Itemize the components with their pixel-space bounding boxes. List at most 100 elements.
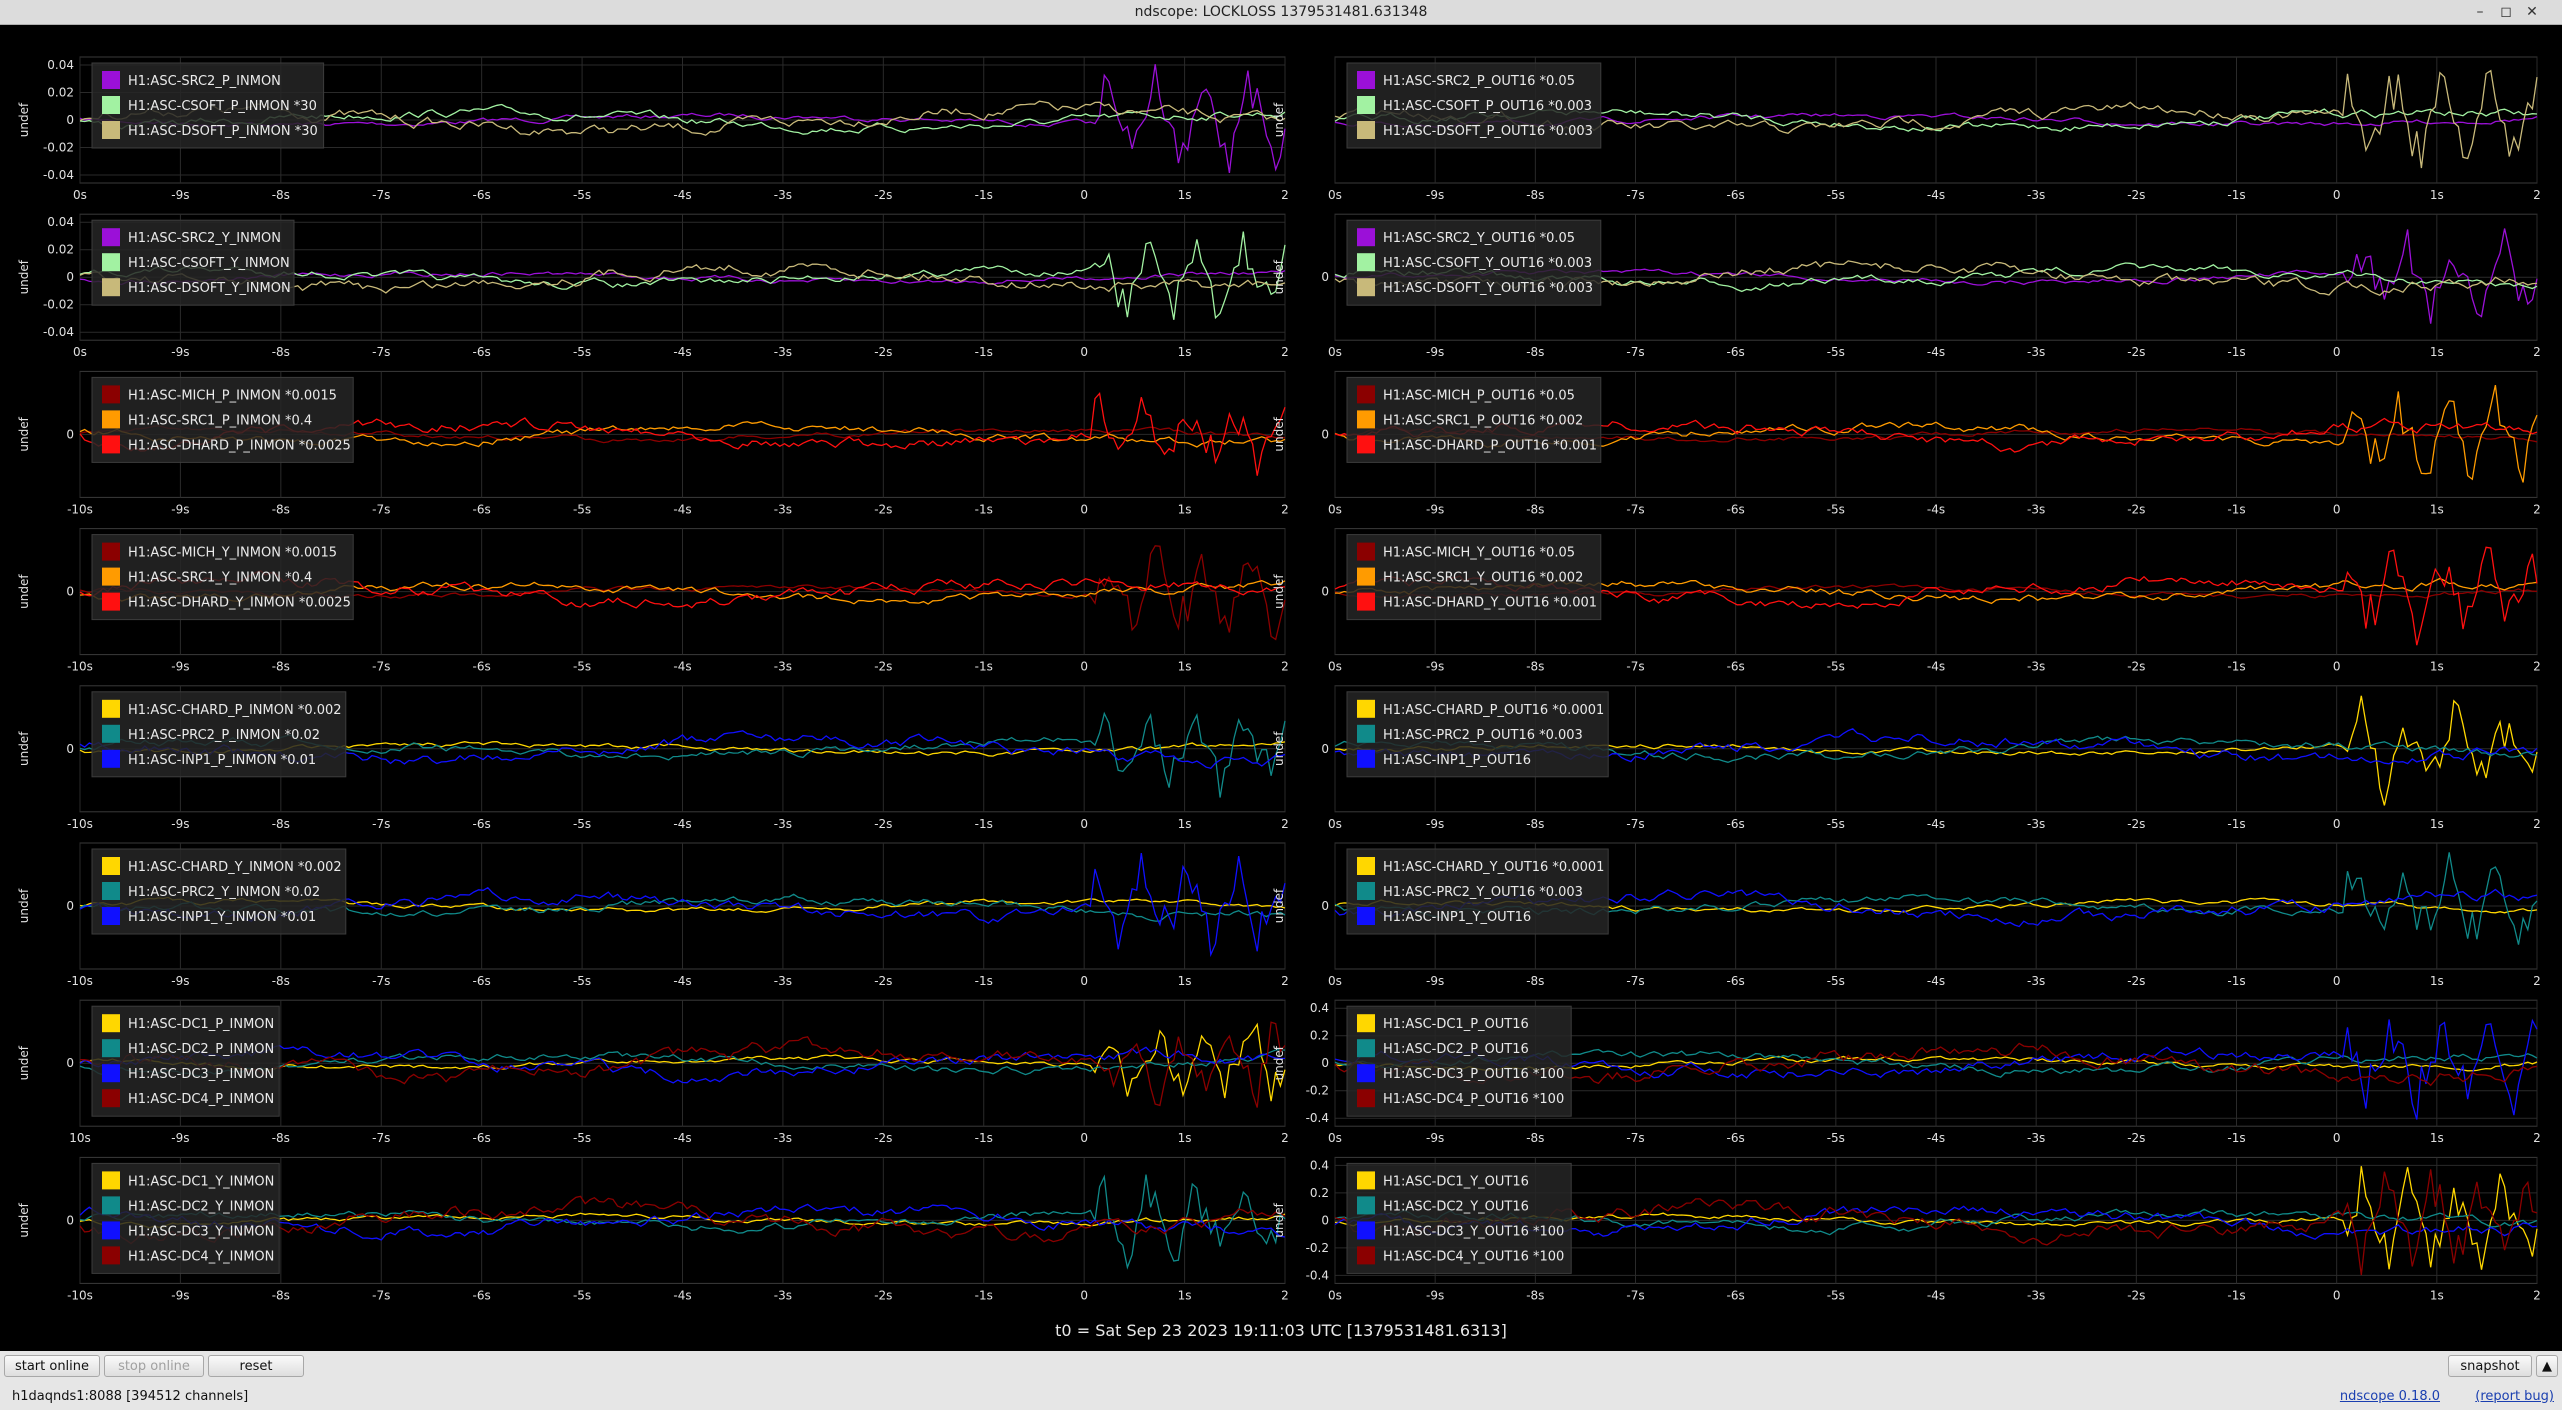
plot-panel-10[interactable]: 0s -9s -8s -7s -6s -5s -4s -3s -2s -1s 0 1s 2 0 undef H… — [1272, 685, 2541, 831]
legend: H1:ASC-DC1_P_OUT16 H1:ASC-DC2_P_OUT16 H1:A… — [1346, 1005, 1572, 1117]
x-tick-label: -4s — [673, 1131, 691, 1145]
x-tick-label: -3s — [774, 188, 792, 202]
legend-label: H1:ASC-PRC2_P_INMON *0.02 — [128, 728, 320, 743]
x-tick-label: -4s — [1927, 188, 1945, 202]
x-tick-label: -4s — [1927, 974, 1945, 988]
plot-panel-11[interactable]: -10s -9s -8s -7s -6s -5s -4s -3s -2s -1s 0 1s 2 0 unde… — [17, 842, 1289, 988]
y-axis-label: undef — [1272, 1202, 1286, 1237]
legend-swatch — [102, 1089, 120, 1108]
x-tick-label: -8s — [1526, 1288, 1544, 1302]
plot-panel-15[interactable]: -10s -9s -8s -7s -6s -5s -4s -3s -2s -1s 0 1s 2 0 unde… — [17, 1156, 1289, 1302]
snapshot-button[interactable]: snapshot — [2448, 1355, 2532, 1377]
plot-panel-3[interactable]: 0s -9s -8s -7s -6s -5s -4s -3s -2s -1s 0 1s 2 0.04 0.0… — [17, 213, 1289, 359]
plot-panel-16[interactable]: 0s -9s -8s -7s -6s -5s -4s -3s -2s -1s 0 1s 2 0.4 0.2 0… — [1272, 1156, 2541, 1302]
plot-panel-6[interactable]: 0s -9s -8s -7s -6s -5s -4s -3s -2s -1s 0 1s 2 0 undef H… — [1272, 370, 2541, 516]
x-tick-label: -6s — [473, 1131, 491, 1145]
x-tick-label: 0 — [1080, 817, 1088, 831]
plot-panel-8[interactable]: 0s -9s -8s -7s -6s -5s -4s -3s -2s -1s 0 1s 2 0 undef H… — [1272, 528, 2541, 674]
x-tick-label: -5s — [1827, 1131, 1845, 1145]
x-tick-label: -2s — [874, 1288, 892, 1302]
legend-swatch — [102, 410, 120, 429]
x-tick-label: -4s — [1927, 1288, 1945, 1302]
reset-button[interactable]: reset — [208, 1355, 304, 1377]
x-tick-label: -2s — [874, 660, 892, 674]
x-tick-label: -5s — [1827, 1288, 1845, 1302]
x-tick-label: -7s — [372, 974, 390, 988]
x-tick-label: 1s — [1178, 502, 1192, 516]
report-bug-link[interactable]: (report bug) — [2475, 1389, 2554, 1404]
plot-panel-4[interactable]: 0s -9s -8s -7s -6s -5s -4s -3s -2s -1s 0 1s 2 0 undef H… — [1272, 213, 2541, 359]
version-link[interactable]: ndscope 0.18.0 — [2340, 1389, 2440, 1404]
x-tick-label: -8s — [272, 817, 290, 831]
x-tick-label: -10s — [67, 974, 93, 988]
y-tick-label: 0.2 — [1310, 1029, 1329, 1043]
x-tick-label: -7s — [372, 345, 390, 359]
x-tick-label: 0s — [1328, 660, 1342, 674]
x-tick-label: 1s — [2430, 974, 2444, 988]
plot-grid[interactable]: 0s -9s -8s -7s -6s -5s -4s -3s -2s -1s 0 1s 2 0.04 0.0… — [0, 25, 2562, 1325]
x-tick-label: -2s — [2127, 502, 2145, 516]
y-tick-label: 0 — [66, 742, 74, 756]
x-tick-label: -7s — [1626, 660, 1644, 674]
start-online-button[interactable]: start online — [4, 1355, 100, 1377]
y-tick-label: 0 — [1321, 1213, 1329, 1227]
y-axis-label: undef — [1272, 574, 1286, 609]
x-tick-label: -7s — [1626, 345, 1644, 359]
legend-swatch — [102, 749, 120, 768]
plot-panel-2[interactable]: 0s -9s -8s -7s -6s -5s -4s -3s -2s -1s 0 1s 2 undef H1… — [1272, 56, 2541, 202]
x-tick-label: -3s — [2027, 1288, 2045, 1302]
x-tick-label: -4s — [673, 188, 691, 202]
y-tick-label: 0 — [66, 270, 74, 284]
x-tick-label: 0 — [2333, 817, 2341, 831]
y-axis-label: undef — [1272, 731, 1286, 766]
x-tick-label: -9s — [171, 1288, 189, 1302]
x-tick-label: -3s — [774, 502, 792, 516]
plot-panel-7[interactable]: -10s -9s -8s -7s -6s -5s -4s -3s -2s -1s 0 1s 2 0 unde… — [17, 528, 1289, 674]
legend-label: H1:ASC-SRC1_Y_INMON *0.4 — [128, 571, 312, 586]
x-tick-label: 2 — [1281, 345, 1289, 359]
minimize-icon[interactable]: – — [2470, 2, 2490, 22]
legend-label: H1:ASC-DC3_P_OUT16 *100 — [1383, 1067, 1564, 1082]
plot-panel-9[interactable]: -10s -9s -8s -7s -6s -5s -4s -3s -2s -1s 0 1s 2 0 unde… — [17, 685, 1289, 831]
legend-label: H1:ASC-CHARD_P_INMON *0.002 — [128, 703, 342, 718]
menu-arrow-icon[interactable]: ▲ — [2536, 1355, 2558, 1377]
x-tick-label: -2s — [874, 974, 892, 988]
plot-panel-5[interactable]: -10s -9s -8s -7s -6s -5s -4s -3s -2s -1s 0 1s 2 0 unde… — [17, 370, 1289, 516]
x-tick-label: 2 — [2533, 502, 2541, 516]
x-tick-label: -8s — [272, 1131, 290, 1145]
x-tick-label: -8s — [272, 974, 290, 988]
close-icon[interactable]: ✕ — [2522, 2, 2542, 22]
legend-swatch — [1357, 567, 1375, 586]
x-tick-label: 0 — [1080, 1288, 1088, 1302]
x-tick-label: -7s — [1626, 188, 1644, 202]
maximize-icon[interactable]: ◻ — [2496, 2, 2516, 22]
y-tick-label: -0.4 — [1306, 1111, 1329, 1125]
x-tick-label: 10s — [69, 1131, 91, 1145]
plot-panel-14[interactable]: 0s -9s -8s -7s -6s -5s -4s -3s -2s -1s 0 1s 2 0.4 0.2 0… — [1272, 999, 2541, 1145]
plot-panel-13[interactable]: 10s -9s -8s -7s -6s -5s -4s -3s -2s -1s 0 1s 2 0 undef… — [17, 999, 1289, 1145]
x-tick-label: 2 — [2533, 817, 2541, 831]
x-tick-label: -2s — [874, 345, 892, 359]
server-status: h1daqnds1:8088 [394512 channels] — [12, 1389, 249, 1404]
plot-panel-12[interactable]: 0s -9s -8s -7s -6s -5s -4s -3s -2s -1s 0 1s 2 0 undef H… — [1272, 842, 2541, 988]
plot-panel-1[interactable]: 0s -9s -8s -7s -6s -5s -4s -3s -2s -1s 0 1s 2 0.04 0.0… — [17, 56, 1289, 202]
x-tick-label: -4s — [1927, 1131, 1945, 1145]
x-tick-label: -8s — [1526, 502, 1544, 516]
x-tick-label: 0s — [1328, 345, 1342, 359]
x-tick-label: 0s — [1328, 1131, 1342, 1145]
legend-swatch — [1357, 1171, 1375, 1190]
y-tick-label: 0.4 — [1310, 1158, 1329, 1172]
x-tick-label: -1s — [2227, 188, 2245, 202]
x-tick-label: -2s — [2127, 974, 2145, 988]
y-tick-label: 0 — [66, 113, 74, 127]
stop-online-button[interactable]: stop online — [104, 1355, 204, 1377]
x-tick-label: -5s — [573, 502, 591, 516]
legend-label: H1:ASC-CHARD_Y_OUT16 *0.0001 — [1383, 860, 1604, 875]
legend-label: H1:ASC-INP1_Y_INMON *0.01 — [128, 910, 316, 925]
x-tick-label: 0 — [1080, 502, 1088, 516]
legend-swatch — [102, 385, 120, 404]
x-tick-label: -10s — [67, 817, 93, 831]
x-tick-label: -1s — [2227, 1131, 2245, 1145]
legend-swatch — [102, 1171, 120, 1190]
x-tick-label: -9s — [1426, 345, 1444, 359]
